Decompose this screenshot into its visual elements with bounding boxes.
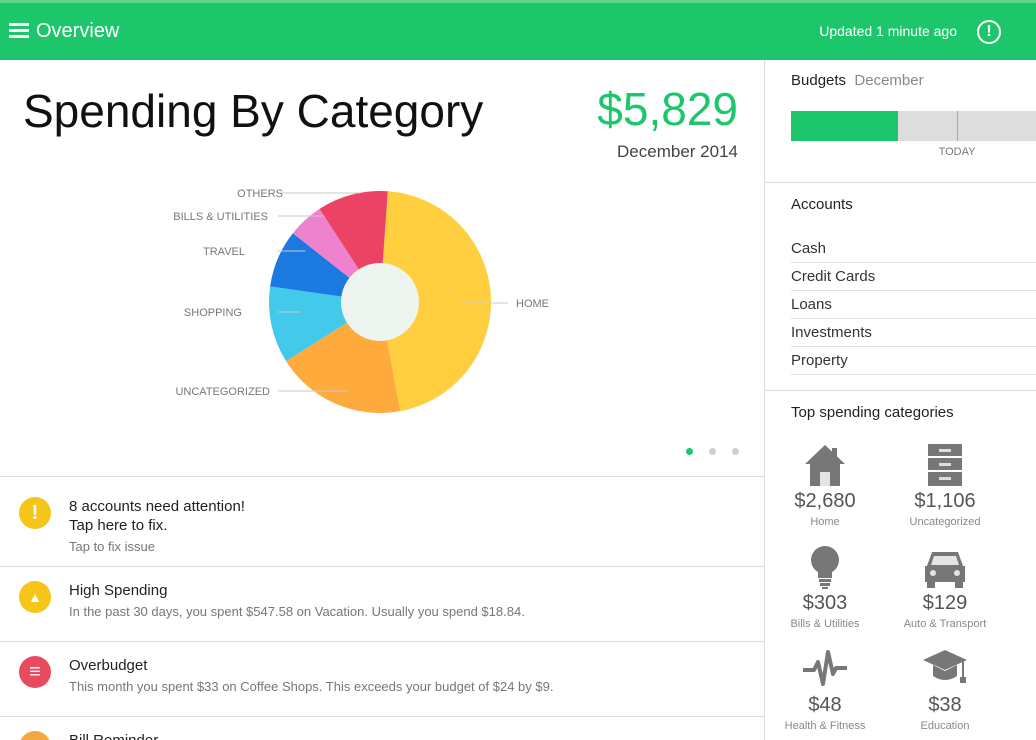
donut-hole (341, 263, 419, 341)
sidebar: Budgets December TODAY Accounts Cash Cred… (764, 60, 1036, 740)
category-tile[interactable]: $303 Bills & Utilities (765, 544, 885, 630)
category-amount: $48 (808, 694, 842, 716)
lightbulb-icon (765, 544, 885, 590)
account-item[interactable]: Investments (791, 319, 1036, 347)
account-item[interactable]: Credit Cards (791, 263, 1036, 291)
main-panel: Spending By Category $5,829 December 201… (0, 60, 764, 740)
heartbeat-icon (765, 646, 885, 692)
today-marker (957, 111, 959, 141)
alert-title-line2: Tap here to fix. (69, 517, 168, 534)
top-categories-title: Top spending categories (791, 404, 954, 421)
pie-label: HOME (516, 298, 549, 310)
pager-dot[interactable] (709, 448, 716, 455)
bill-reminder-icon (19, 731, 51, 740)
category-tile[interactable]: $2,680 Home (765, 442, 885, 528)
category-label: Auto & Transport (903, 618, 987, 630)
app-title[interactable]: Overview (36, 20, 119, 43)
pie-label: TRAVEL (203, 246, 245, 258)
high-spending-icon: ▲ (19, 581, 51, 613)
pager-dot[interactable] (686, 448, 693, 455)
budgets-month: December (854, 72, 924, 89)
category-tile[interactable]: $48 Health & Fitness (765, 646, 885, 732)
alert-row[interactable]: ! 8 accounts need attention! Tap here to f… (0, 476, 764, 566)
home-icon (765, 442, 885, 488)
category-label: Home (810, 516, 840, 528)
cabinet-icon (885, 442, 1005, 488)
category-label: Education (920, 720, 970, 732)
accounts-title: Accounts (791, 196, 853, 213)
budgets-title[interactable]: Budgets December (791, 72, 924, 89)
alert-title: Bill Reminder (69, 732, 158, 740)
warning-icon: ! (19, 497, 51, 529)
category-tile[interactable]: $1,106 Uncategorized (885, 442, 1005, 528)
account-item[interactable]: Cash (791, 235, 1036, 263)
alert-title: 8 accounts need attention! (69, 498, 245, 515)
pie-label: BILLS & UTILITIES (173, 211, 268, 223)
app-bar: Overview Updated 1 minute ago ! (0, 3, 1036, 60)
alert-subtitle: This month you spent $33 on Coffee Shops… (69, 679, 554, 694)
hamburger-menu-icon[interactable] (9, 23, 29, 39)
pie-label: UNCATEGORIZED (175, 386, 270, 398)
category-amount: $129 (922, 592, 968, 614)
divider (765, 390, 1036, 391)
category-label: Uncategorized (909, 516, 981, 528)
pie-label: OTHERS (237, 188, 283, 200)
account-item[interactable]: Loans (791, 291, 1036, 319)
category-tile[interactable]: $129 Auto & Transport (885, 544, 1005, 630)
alert-row[interactable]: ▲ High Spending In the past 30 days, you s… (0, 566, 764, 641)
overbudget-icon: ≡ (19, 656, 51, 688)
alert-title: High Spending (69, 582, 168, 599)
category-amount: $38 (928, 694, 962, 716)
category-amount: $1,106 (914, 490, 976, 512)
spending-donut-chart[interactable]: HOME UNCATEGORIZED SHOPPING TRAVEL BILLS & U… (0, 60, 764, 470)
budgets-label: Budgets (791, 72, 847, 89)
car-icon (885, 544, 1005, 590)
pager-dot[interactable] (732, 448, 739, 455)
category-label: Bills & Utilities (790, 618, 860, 630)
alert-title: Overbudget (69, 657, 148, 674)
divider (765, 182, 1036, 183)
account-item[interactable]: Property (791, 347, 1036, 375)
alert-row[interactable]: ≡ Overbudget This month you spent $33 on C… (0, 641, 764, 716)
budget-progress-fill (791, 111, 898, 141)
alert-icon[interactable]: ! (977, 20, 1001, 44)
alert-row[interactable]: Bill Reminder (0, 716, 764, 740)
budget-progress-bar[interactable] (791, 111, 1036, 141)
today-label: TODAY (938, 146, 976, 158)
category-amount: $2,680 (794, 490, 856, 512)
alert-subtitle: In the past 30 days, you spent $547.58 o… (69, 604, 525, 619)
category-label: Health & Fitness (784, 720, 866, 732)
pie-label: SHOPPING (184, 307, 242, 319)
updated-status: Updated 1 minute ago (819, 23, 957, 39)
graduation-cap-icon (885, 646, 1005, 692)
category-tile[interactable]: $38 Education (885, 646, 1005, 732)
alert-subtitle: Tap to fix issue (69, 539, 155, 554)
category-amount: $303 (802, 592, 848, 614)
